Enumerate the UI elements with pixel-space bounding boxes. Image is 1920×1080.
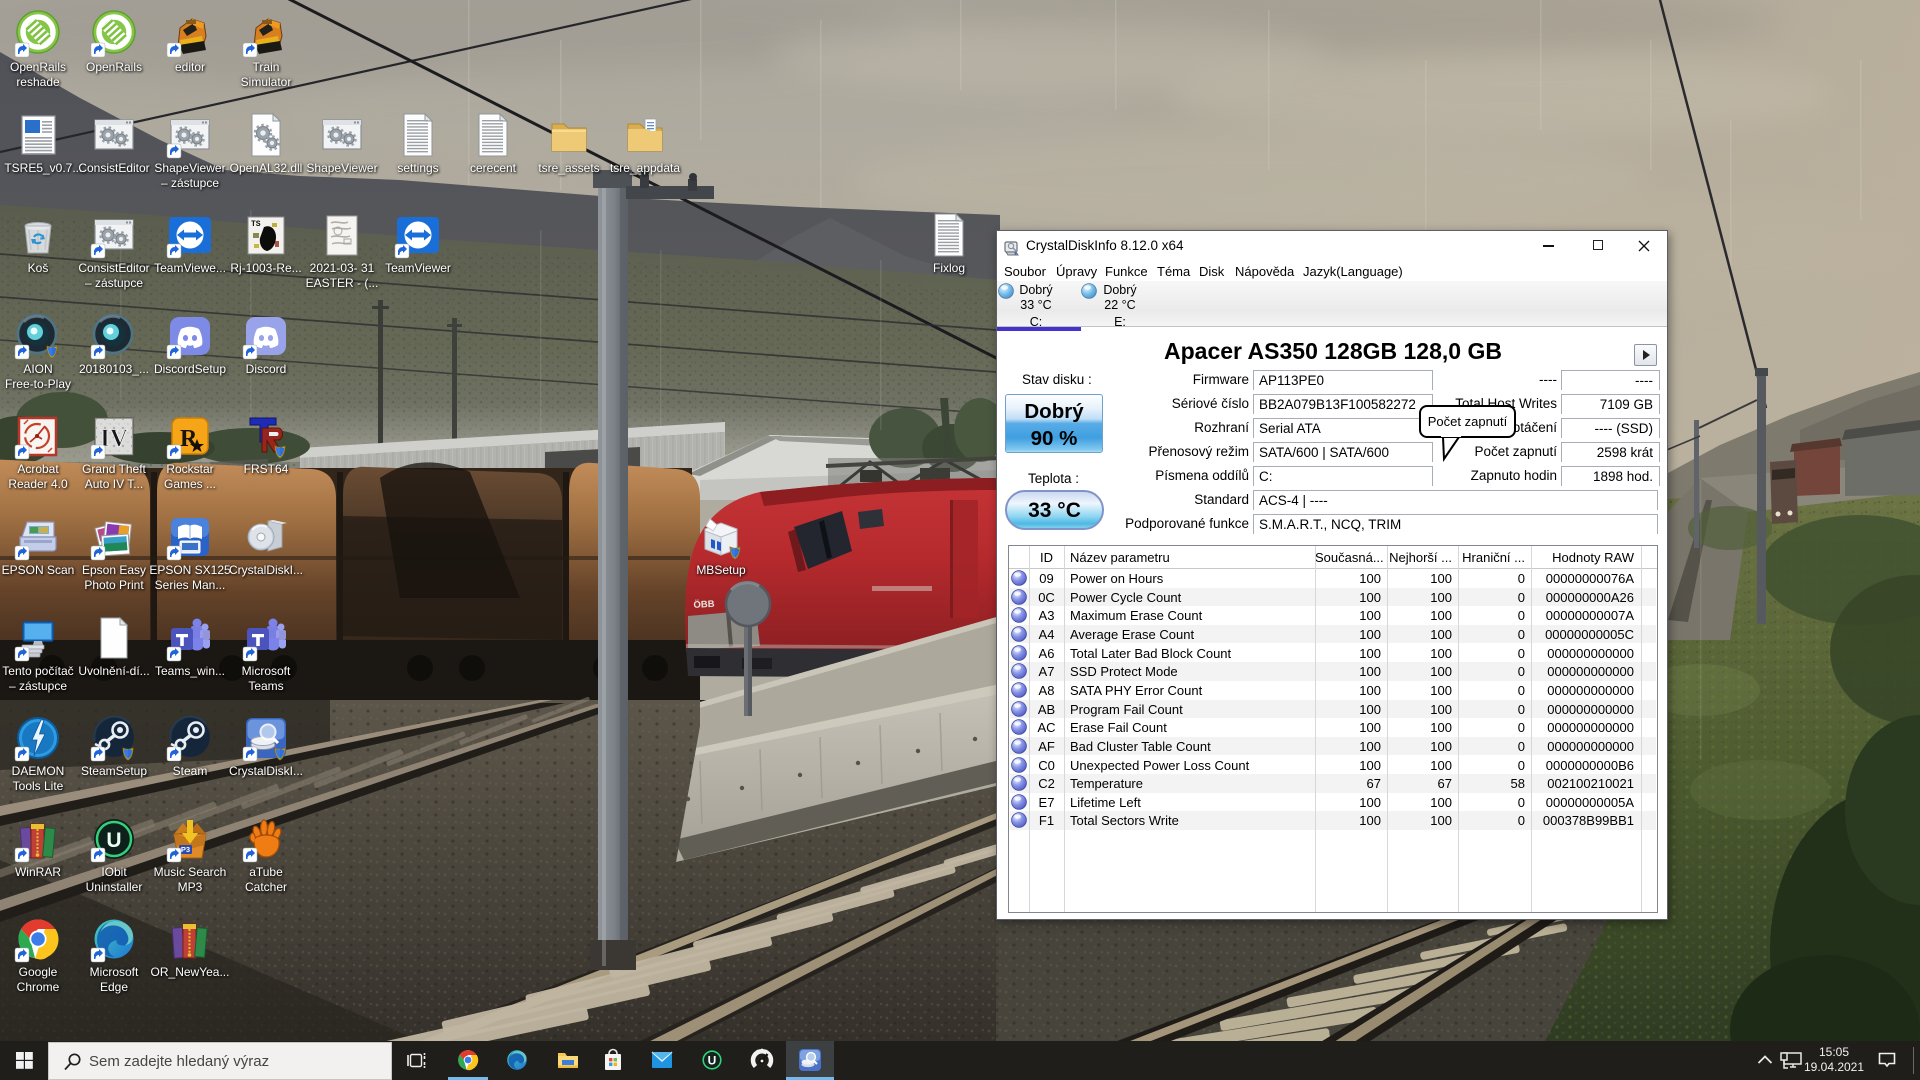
svg-text:U: U <box>708 1054 717 1068</box>
svg-text:U: U <box>106 829 121 852</box>
svg-text:P3: P3 <box>181 845 190 854</box>
svg-text:TS: TS <box>251 220 261 229</box>
svg-text:ÖBB: ÖBB <box>693 599 715 611</box>
